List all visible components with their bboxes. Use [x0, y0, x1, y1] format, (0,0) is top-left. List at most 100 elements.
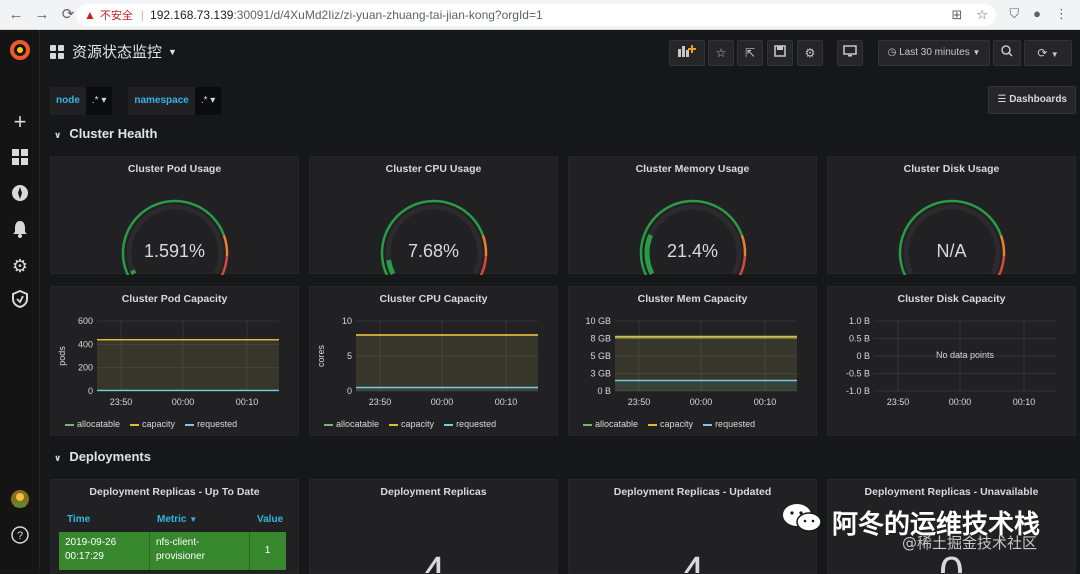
save-button[interactable]	[767, 40, 793, 66]
gauge-panel-memory-usage[interactable]: Cluster Memory Usage 21.4%	[568, 156, 817, 275]
time-range-picker[interactable]: ◷ Last 30 minutes ▼	[878, 40, 990, 66]
template-variables: node .* ▾ namespace .* ▾	[50, 87, 222, 115]
y-tick-label: 8 GB	[590, 334, 611, 344]
dashboards-icon[interactable]	[4, 146, 36, 174]
chart-legend: allocatable capacity requested	[583, 419, 755, 429]
chart-plot: 600 400 200 0 23:50 00:00 00:10 pods	[57, 316, 279, 407]
gauge-value: 1.591%	[143, 241, 206, 261]
extension-icon[interactable]: ⛉	[1009, 6, 1019, 22]
explore-icon[interactable]	[4, 182, 36, 210]
avatar[interactable]	[4, 489, 36, 517]
gauge-fill	[130, 269, 137, 275]
variable-namespace[interactable]: namespace .* ▾	[128, 87, 222, 115]
caret-down-icon: ▼	[168, 46, 177, 57]
chevron-down-icon: ∨	[54, 453, 62, 463]
x-tick-label: 00:00	[690, 397, 713, 407]
series-area	[97, 339, 279, 391]
legend-item[interactable]: capacity	[130, 419, 175, 429]
dashboard-main: 资源状态监控 ▼ ☆ ⇱ ⚙ ◷ Last 30 minutes ▼ ⟳ ▼ n…	[40, 30, 1080, 574]
shield-icon[interactable]	[4, 288, 36, 316]
share-button[interactable]: ⇱	[737, 40, 763, 66]
y-tick-label: 0 B	[597, 386, 611, 396]
y-tick-label: 400	[78, 339, 93, 349]
row-cluster-health[interactable]: ∨ Cluster Health	[54, 126, 157, 141]
table-panel-replicas-up-to-date[interactable]: Deployment Replicas - Up To Date Time Me…	[50, 479, 299, 574]
x-tick-label: 00:10	[236, 397, 259, 407]
variable-node[interactable]: node .* ▾	[50, 87, 113, 115]
table-row: 2019-09-26 00:17:29 nfs-client-provision…	[59, 532, 286, 570]
back-icon[interactable]: ←	[6, 5, 26, 25]
legend-item[interactable]: requested	[185, 419, 237, 429]
variable-label: node	[50, 87, 86, 115]
graph-panel-mem-capacity[interactable]: Cluster Mem Capacity 10 GB 8 GB 5 GB 3 GB 0 …	[568, 286, 817, 436]
dashboards-button[interactable]: ☰ Dashboards	[988, 86, 1076, 114]
x-tick-label: 23:50	[110, 397, 133, 407]
stat-panel-replicas[interactable]: Deployment Replicas 4	[309, 479, 558, 574]
column-header-time[interactable]: Time	[59, 510, 149, 530]
variable-value[interactable]: .* ▾	[85, 87, 113, 115]
stat-panel-replicas-updated[interactable]: Deployment Replicas - Updated 4	[568, 479, 817, 574]
time-range-label: Last 30 minutes	[899, 47, 970, 58]
gauge-panel-pod-usage[interactable]: Cluster Pod Usage 1.591%	[50, 156, 299, 275]
column-header-metric[interactable]: Metric ▼	[149, 510, 249, 530]
help-icon[interactable]: ?	[4, 524, 36, 552]
menu-icon[interactable]: ⋮	[1055, 6, 1068, 22]
zoom-out-button[interactable]	[993, 40, 1021, 66]
refresh-button[interactable]: ⟳ ▼	[1024, 40, 1072, 66]
table-header: Time Metric ▼ Value	[59, 510, 290, 530]
legend-item[interactable]: requested	[703, 419, 755, 429]
legend-item[interactable]: allocatable	[583, 419, 638, 429]
gear-icon[interactable]: ⚙	[4, 252, 36, 280]
variable-value[interactable]: .* ▾	[194, 87, 222, 115]
legend-item[interactable]: allocatable	[65, 419, 120, 429]
bell-icon[interactable]	[4, 218, 36, 246]
y-tick-label: 5	[347, 351, 352, 361]
gauge-fill	[386, 259, 396, 275]
translate-icon[interactable]: ⊞	[951, 7, 962, 23]
gauge-threshold-ok	[639, 199, 744, 275]
address-bar[interactable]: ▲ 不安全 | 192.168.73.139 :30091/d/4XuMd2Ii…	[76, 4, 996, 26]
tv-mode-button[interactable]	[837, 40, 863, 66]
star-dashboard-button[interactable]: ☆	[708, 40, 734, 66]
gauge-panel-disk-usage[interactable]: Cluster Disk Usage N/A	[827, 156, 1076, 275]
legend-item[interactable]: capacity	[648, 419, 693, 429]
gauge-value: N/A	[936, 241, 967, 261]
dashboard-grid-icon	[50, 44, 64, 59]
settings-gear-icon[interactable]: ⚙	[797, 40, 823, 66]
x-tick-label: 23:50	[887, 397, 910, 407]
profile-icon[interactable]: ●	[1033, 6, 1041, 22]
panel-title: Deployment Replicas - Up To Date	[89, 486, 260, 498]
panel-title: Deployment Replicas - Unavailable	[864, 486, 1039, 498]
stat-value: 4	[421, 548, 446, 574]
panel-title: Deployment Replicas	[380, 486, 487, 498]
cell-time: 2019-09-26 00:17:29	[65, 537, 117, 562]
chevron-down-icon: ∨	[54, 130, 62, 140]
sidemenu: + ⚙ ?	[0, 30, 40, 569]
dashboard-title-picker[interactable]: 资源状态监控 ▼	[50, 41, 177, 62]
chart-legend: allocatable capacity requested	[324, 419, 496, 429]
legend-item[interactable]: allocatable	[324, 419, 379, 429]
x-tick-label: 23:50	[628, 397, 651, 407]
add-panel-button[interactable]	[669, 40, 705, 66]
grafana-logo-icon[interactable]	[4, 38, 36, 66]
gauge-threshold-ok	[121, 199, 226, 275]
column-header-value[interactable]: Value	[249, 510, 289, 530]
y-tick-label: 0	[88, 386, 93, 396]
clock-icon: ◷	[887, 47, 897, 58]
forward-icon[interactable]: →	[32, 5, 52, 25]
watermark-subtext: @稀土掘金技术社区	[902, 534, 1038, 552]
legend-item[interactable]: capacity	[389, 419, 434, 429]
legend-item[interactable]: requested	[444, 419, 496, 429]
graph-panel-pod-capacity[interactable]: Cluster Pod Capacity 600 400 200 0 23:50 00:0…	[50, 286, 299, 436]
warning-icon: ▲	[84, 8, 96, 22]
plus-icon[interactable]: +	[4, 108, 36, 136]
reload-icon[interactable]: ⟳	[58, 5, 78, 25]
x-tick-label: 23:50	[369, 397, 392, 407]
graph-panel-cpu-capacity[interactable]: Cluster CPU Capacity 10 5 0 23:50 00:00 00:10…	[309, 286, 558, 436]
bookmark-star-icon[interactable]: ☆	[976, 7, 988, 23]
no-data-label: No data points	[936, 350, 995, 360]
y-tick-label: 3 GB	[590, 369, 611, 379]
row-deployments[interactable]: ∨ Deployments	[54, 449, 151, 464]
gauge-panel-cpu-usage[interactable]: Cluster CPU Usage 7.68%	[309, 156, 558, 275]
graph-panel-disk-capacity[interactable]: Cluster Disk Capacity 1.0 B 0.5 B0 B -0.5 …	[827, 286, 1076, 436]
